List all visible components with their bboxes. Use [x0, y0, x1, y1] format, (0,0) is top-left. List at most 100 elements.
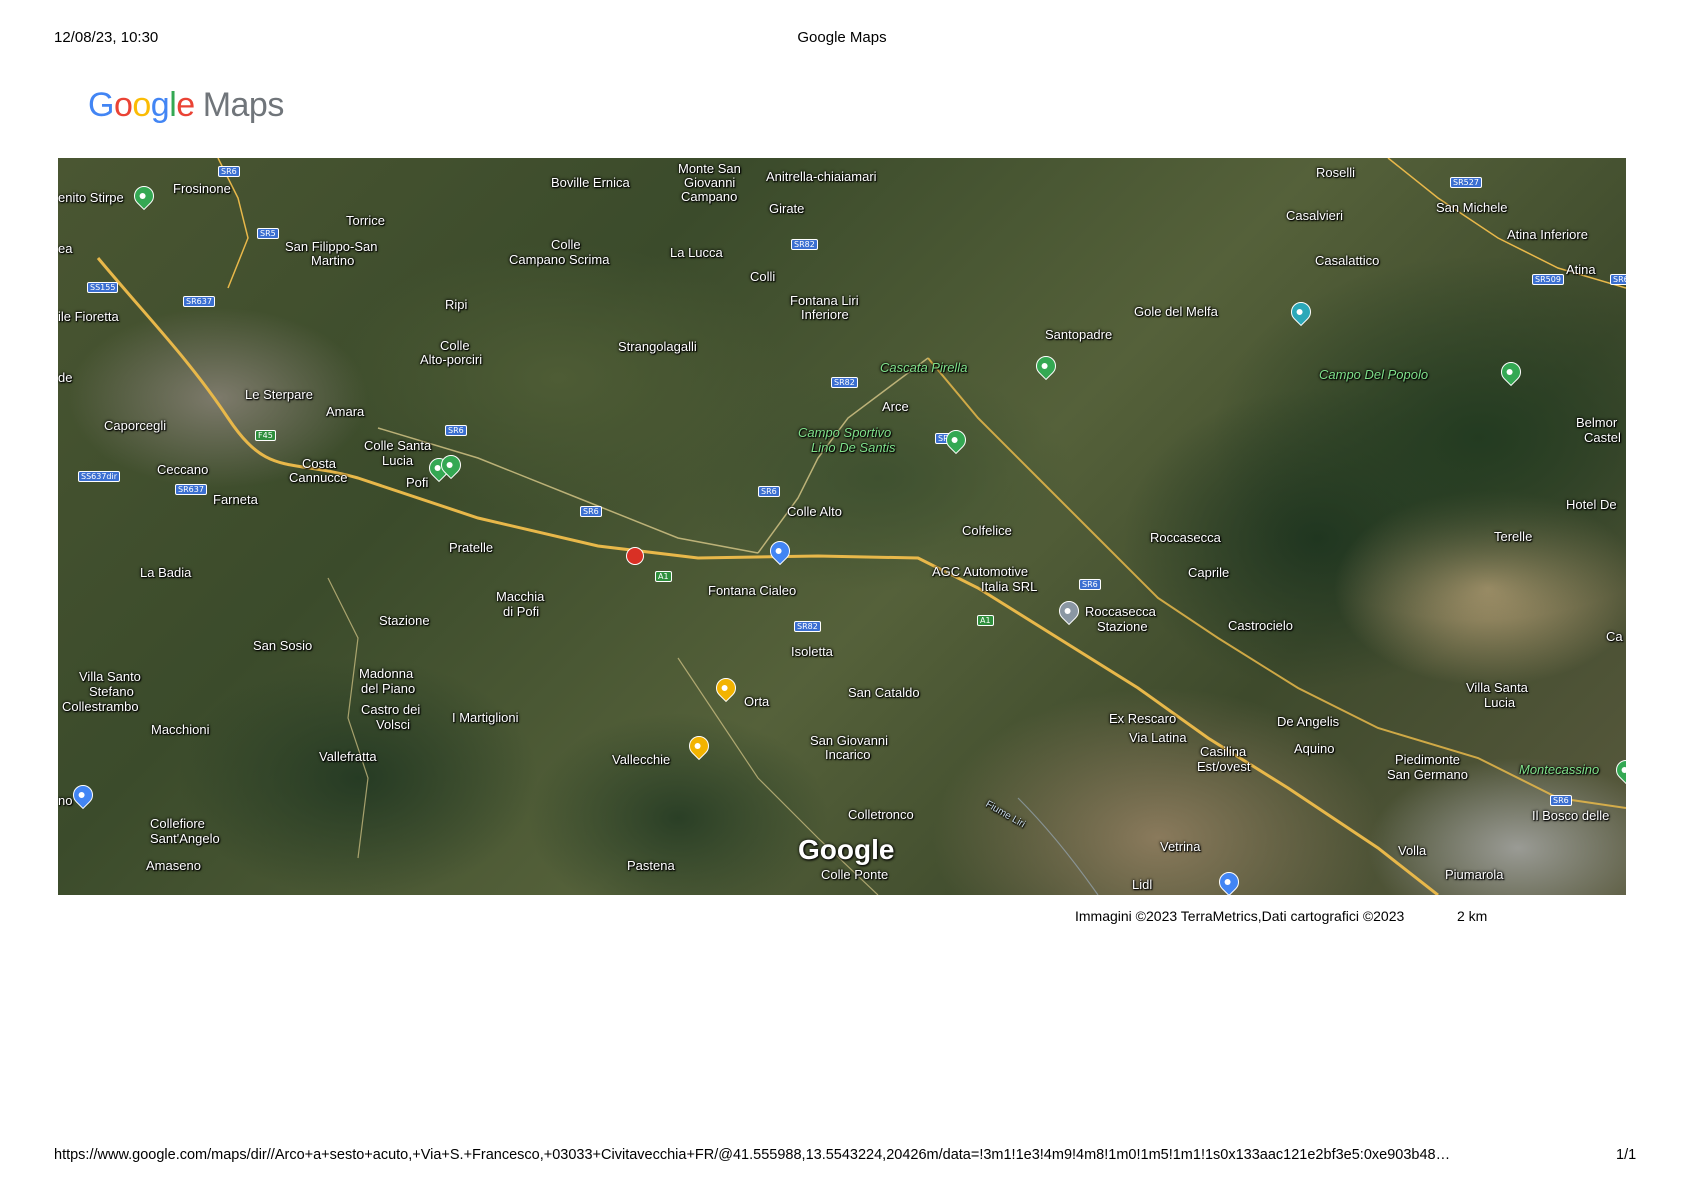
map-label: Montecassino	[1519, 762, 1600, 777]
map-label: Volla	[1398, 843, 1427, 858]
map-label: De Angelis	[1277, 714, 1340, 729]
road-shield: A1	[977, 615, 994, 626]
map-label: Italia SRL	[981, 579, 1038, 594]
map-label: Colletronco	[848, 807, 914, 822]
print-url: https://www.google.com/maps/dir//Arco+a+…	[54, 1147, 1451, 1163]
map-label: de	[58, 370, 73, 385]
map-label: Campo Sportivo	[798, 425, 892, 440]
road-shield: SR527	[1450, 177, 1482, 188]
map-label: Est/ovest	[1197, 759, 1251, 774]
map-label: di Pofi	[503, 604, 540, 619]
map-label: Campano	[681, 189, 738, 204]
map-label: Boville Ernica	[551, 175, 630, 190]
map-label: Colli	[750, 269, 776, 284]
map-label: Roccasecca	[1150, 530, 1221, 545]
map-label: Vallefratta	[319, 749, 377, 764]
map-label: Fontana Liri	[790, 293, 859, 308]
map-label: San Cataldo	[848, 685, 920, 700]
map-label: Costa	[302, 456, 336, 471]
map-label: Pratelle	[449, 540, 494, 555]
road-shield: SR82	[831, 377, 858, 388]
map-label: Strangolagalli	[618, 339, 697, 354]
map-label: Farneta	[213, 492, 258, 507]
map-label: Caprile	[1188, 565, 1230, 580]
map-label: Pastena	[627, 858, 675, 873]
map-label: Colle Santa	[364, 438, 432, 453]
road-shield: SR6	[1550, 795, 1572, 806]
map-label: Incarico	[825, 747, 871, 762]
map-label: Casalattico	[1315, 253, 1380, 268]
map-label: San Giovanni	[810, 733, 889, 748]
map-label: San Germano	[1387, 767, 1468, 782]
scale-bar-label: 2 km	[1457, 908, 1488, 924]
road-shield: F45	[255, 430, 276, 441]
map-canvas[interactable]: enito Stirpe Frosinone Torrice San Filip…	[58, 158, 1626, 895]
road-shield: SR6	[218, 166, 240, 177]
map-label: Lidl	[1132, 877, 1153, 892]
map-label: Atina	[1566, 262, 1596, 277]
map-label: Collefiore	[150, 816, 205, 831]
map-label: Stazione	[379, 613, 430, 628]
map-label: Cascata Pirella	[880, 360, 968, 375]
map-attribution: Immagini ©2023 TerraMetrics,Dati cartogr…	[1075, 908, 1405, 924]
road-shield: A1	[655, 571, 672, 582]
map-label: Vetrina	[1160, 839, 1201, 854]
map-label: Campo Del Popolo	[1319, 367, 1429, 382]
road-shield: SR6	[1079, 579, 1101, 590]
map-label: Sant'Angelo	[150, 831, 220, 846]
map-label: Isoletta	[791, 644, 833, 659]
road-shield: SR509	[1532, 274, 1564, 285]
map-label: Ripi	[445, 297, 468, 312]
map-label: Villa Santo	[79, 669, 141, 684]
road-shield: SR6	[580, 506, 602, 517]
map-label: Amaseno	[146, 858, 201, 873]
map-label: San Michele	[1436, 200, 1508, 215]
map-label: no	[58, 793, 73, 808]
map-label: del Piano	[361, 681, 416, 696]
map-label: Il Bosco delle	[1532, 808, 1610, 823]
map-label: Gole del Melfa	[1134, 304, 1218, 319]
map-label: Lino De Santis	[811, 440, 896, 455]
print-title: Google Maps	[797, 29, 887, 46]
map-label: Pofi	[406, 475, 429, 490]
map-label: Piedimonte	[1395, 752, 1461, 767]
map-label: Colle	[440, 338, 470, 353]
road-network	[96, 158, 1626, 895]
map-label: Macchia	[496, 589, 545, 604]
map-label: La Badia	[140, 565, 192, 580]
map-label: Casalvieri	[1286, 208, 1344, 223]
map-label: Volsci	[376, 717, 410, 732]
map-label: Fontana Cialeo	[708, 583, 797, 598]
map-label: San Filippo-San	[285, 239, 378, 254]
map-label: AGC Automotive	[932, 564, 1029, 579]
map-label: Piumarola	[1445, 867, 1504, 882]
map-label: Roselli	[1316, 165, 1356, 180]
map-label: Colle Ponte	[821, 867, 889, 882]
map-label: I Martiglioni	[452, 710, 519, 725]
map-label: Monte San	[678, 161, 741, 176]
road-shield: SR6	[758, 486, 780, 497]
map-label: Santopadre	[1045, 327, 1113, 342]
map-label: Castrocielo	[1228, 618, 1294, 633]
map-label: Cannucce	[289, 470, 348, 485]
poi-gas-station-icon[interactable]	[626, 547, 644, 565]
road-shield: SR82	[794, 621, 821, 632]
road-shield: SR6	[445, 425, 467, 436]
map-label: Orta	[744, 694, 770, 709]
map-label: Madonna	[359, 666, 414, 681]
map-label: Le Sterpare	[245, 387, 313, 402]
map-label: Stazione	[1097, 619, 1148, 634]
map-label: Villa Santa	[1466, 680, 1528, 695]
map-label: Campano Scrima	[509, 252, 610, 267]
page-number: 1/1	[1616, 1147, 1637, 1163]
map-label: Castro dei	[361, 702, 421, 717]
google-maps-logo: Google Maps	[88, 86, 284, 124]
road-shield: SR637	[175, 484, 207, 495]
map-label: Lucia	[382, 453, 414, 468]
map-label: Roccasecca	[1085, 604, 1156, 619]
map-label: Frosinone	[173, 181, 231, 196]
map-label: Ca	[1606, 629, 1623, 644]
map-label: Martino	[311, 253, 355, 268]
map-label: Alto-porciri	[420, 352, 483, 367]
map-label: Stefano	[89, 684, 134, 699]
